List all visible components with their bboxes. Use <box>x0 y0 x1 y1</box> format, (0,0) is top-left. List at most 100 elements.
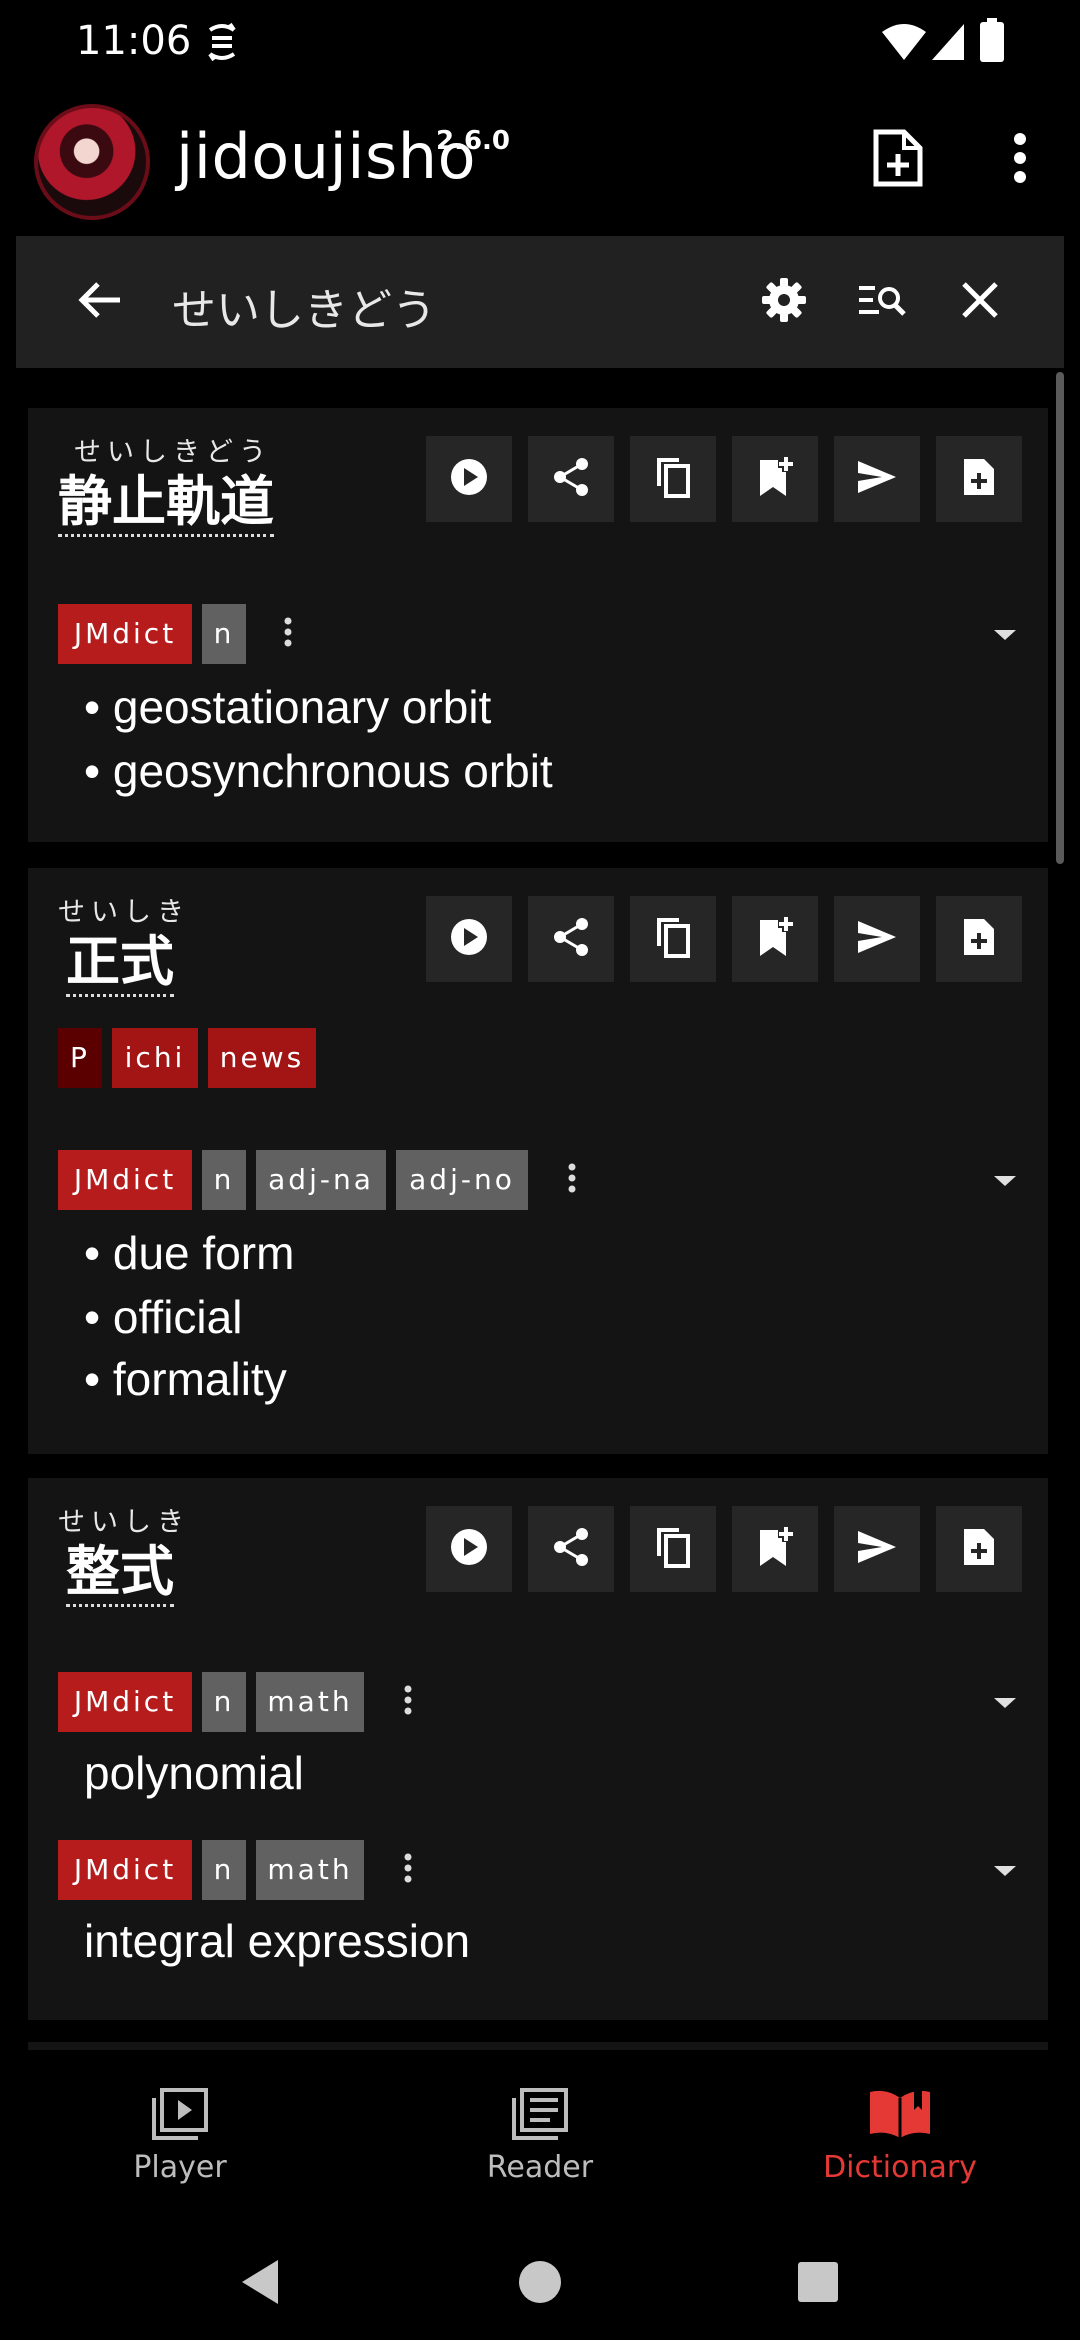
gloss-line: polynomial <box>84 1747 304 1799</box>
copy-button[interactable] <box>630 436 716 522</box>
bottom-navigation: Player Reader Dictionary <box>0 2050 1080 2230</box>
gloss-line: integral expression <box>84 1915 471 1967</box>
bookmark-add-button[interactable] <box>732 436 818 522</box>
entry-term[interactable]: 正式 <box>66 932 174 997</box>
dictionary-tag[interactable]: JMdict <box>58 1672 192 1732</box>
recents-nav-button[interactable] <box>796 2260 840 2308</box>
copy-button[interactable] <box>630 1506 716 1592</box>
share-button[interactable] <box>528 1506 614 1592</box>
share-button[interactable] <box>528 436 614 522</box>
play-icon <box>449 917 489 961</box>
more-vert-icon <box>1012 132 1028 188</box>
meaning-options-button[interactable] <box>276 610 300 658</box>
more-vert-icon <box>404 1853 412 1887</box>
dictionary-tag[interactable]: JMdict <box>58 1840 192 1900</box>
entry-reading: せいしきどう <box>74 437 272 468</box>
share-icon <box>552 457 590 501</box>
search-history-button[interactable] <box>854 274 910 330</box>
send-icon <box>856 1529 898 1569</box>
share-icon <box>552 1527 590 1571</box>
expand-caret-icon[interactable] <box>994 630 1016 640</box>
dictionary-entry: せいしきどう 静止軌道 JMdict n • geostationary orb… <box>28 408 1048 842</box>
meaning-options-button[interactable] <box>396 1678 420 1726</box>
play-icon <box>449 1527 489 1571</box>
sync-icon <box>204 20 240 68</box>
send-icon <box>856 459 898 499</box>
entry-reading: せいしき <box>58 897 190 928</box>
app-version: 2.6.0 <box>436 126 511 156</box>
entry-reading: せいしき <box>58 1507 190 1538</box>
dictionary-entry <box>28 2042 1048 2050</box>
meaning-options-button[interactable] <box>560 1156 584 1204</box>
bookmark-add-icon <box>756 456 794 502</box>
expand-caret-icon[interactable] <box>994 1698 1016 1708</box>
play-audio-button[interactable] <box>426 896 512 982</box>
copy-button[interactable] <box>630 896 716 982</box>
nav-item-dictionary[interactable]: Dictionary <box>720 2050 1080 2230</box>
note-add-icon <box>962 1527 996 1571</box>
copy-icon <box>655 916 691 962</box>
back-nav-button[interactable] <box>236 2256 284 2312</box>
new-creator-button[interactable] <box>866 128 930 192</box>
search-settings-button[interactable] <box>756 274 812 330</box>
send-button[interactable] <box>834 896 920 982</box>
pos-tag[interactable]: math <box>256 1840 364 1900</box>
more-vert-icon <box>568 1163 576 1197</box>
share-button[interactable] <box>528 896 614 982</box>
pos-tag[interactable]: n <box>202 1672 246 1732</box>
search-bar: せいしきどう <box>16 236 1064 368</box>
expand-caret-icon[interactable] <box>994 1866 1016 1876</box>
send-button[interactable] <box>834 436 920 522</box>
pos-tag[interactable]: math <box>256 1672 364 1732</box>
dictionary-icon <box>868 2082 932 2146</box>
more-options-button[interactable] <box>988 128 1052 192</box>
share-icon <box>552 917 590 961</box>
nav-label: Player <box>133 2150 227 2185</box>
nav-item-reader[interactable]: Reader <box>360 2050 720 2230</box>
bookmark-add-icon <box>756 916 794 962</box>
add-note-icon <box>872 128 924 192</box>
create-card-button[interactable] <box>936 896 1022 982</box>
back-button[interactable] <box>72 274 128 330</box>
dictionary-entry: せいしき 整式 JMdict n math polynomial JMdict … <box>28 1478 1048 2020</box>
nav-label: Dictionary <box>823 2150 977 2185</box>
create-card-button[interactable] <box>936 436 1022 522</box>
pos-tag[interactable]: adj-na <box>256 1150 386 1210</box>
play-audio-button[interactable] <box>426 436 512 522</box>
dictionary-tag[interactable]: JMdict <box>58 1150 192 1210</box>
gloss-line: • formality <box>84 1353 287 1405</box>
more-vert-icon <box>404 1685 412 1719</box>
bookmark-add-button[interactable] <box>732 1506 818 1592</box>
create-card-button[interactable] <box>936 1506 1022 1592</box>
status-bar: 11:06 <box>0 0 1080 84</box>
dictionary-tag[interactable]: JMdict <box>58 604 192 664</box>
bookmark-add-icon <box>756 1526 794 1572</box>
clear-search-button[interactable] <box>952 274 1008 330</box>
frequency-tag[interactable]: news <box>208 1028 316 1088</box>
frequency-tag[interactable]: P <box>58 1028 102 1088</box>
expand-caret-icon[interactable] <box>994 1176 1016 1186</box>
close-icon <box>960 280 1000 324</box>
pos-tag[interactable]: n <box>202 1150 246 1210</box>
app-bar: jidoujisho 2.6.0 <box>0 84 1080 236</box>
gloss-line: • due form <box>84 1227 295 1279</box>
manage-search-icon <box>857 280 907 324</box>
play-audio-button[interactable] <box>426 1506 512 1592</box>
pos-tag[interactable]: n <box>202 604 246 664</box>
system-navigation <box>0 2230 1080 2340</box>
pos-tag[interactable]: n <box>202 1840 246 1900</box>
status-time: 11:06 <box>76 18 192 64</box>
bookmark-add-button[interactable] <box>732 896 818 982</box>
pos-tag[interactable]: adj-no <box>396 1150 528 1210</box>
play-icon <box>449 457 489 501</box>
search-input[interactable]: せいしきどう <box>172 274 436 338</box>
entry-term[interactable]: 整式 <box>66 1542 174 1607</box>
send-button[interactable] <box>834 1506 920 1592</box>
nav-item-player[interactable]: Player <box>0 2050 360 2230</box>
meaning-options-button[interactable] <box>396 1846 420 1894</box>
entry-term[interactable]: 静止軌道 <box>58 472 274 537</box>
frequency-tag[interactable]: ichi <box>112 1028 198 1088</box>
reader-icon <box>508 2082 572 2146</box>
gloss-line: • official <box>84 1291 243 1343</box>
home-nav-button[interactable] <box>516 2256 564 2312</box>
